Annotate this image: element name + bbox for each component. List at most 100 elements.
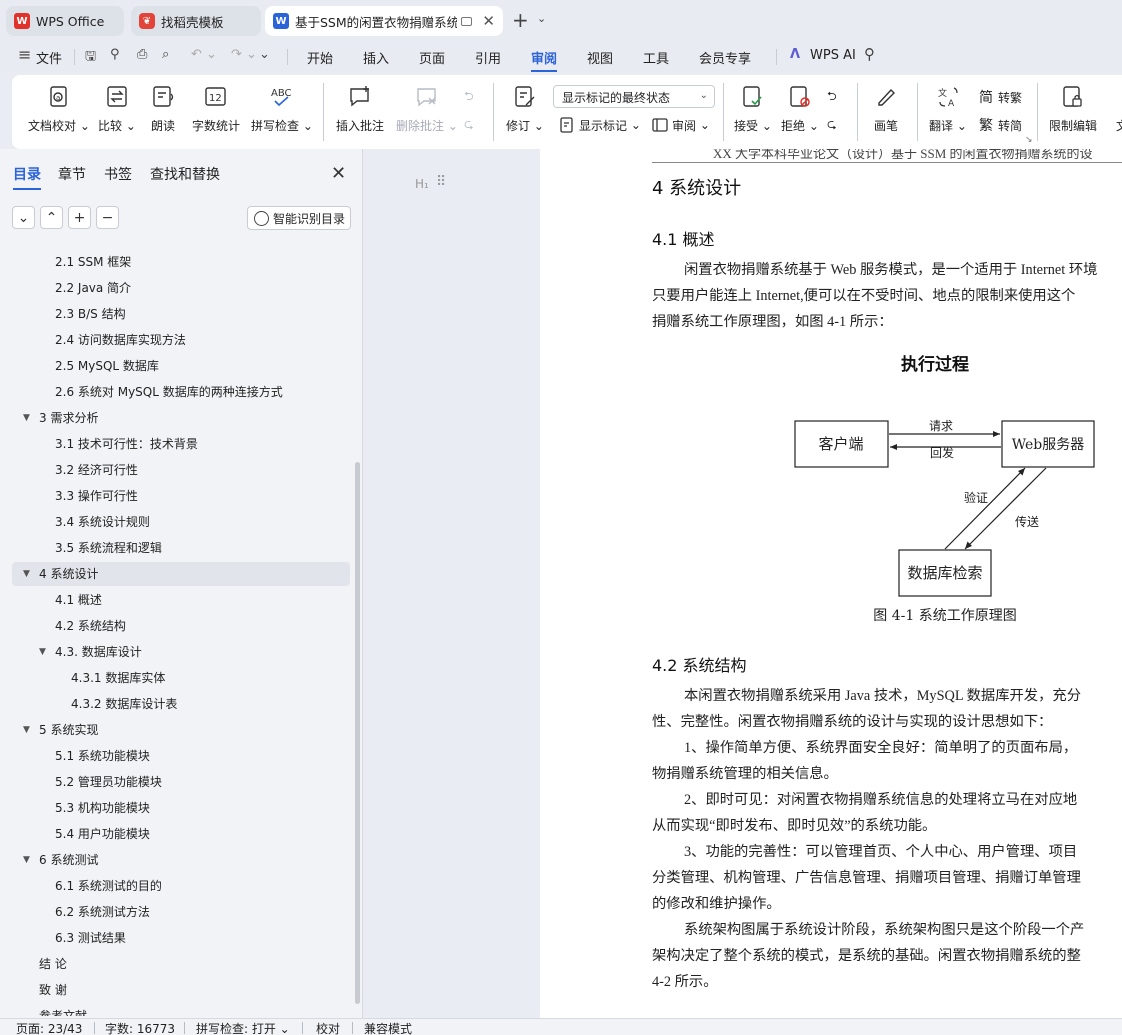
spell-check-indicator[interactable]: 拼写检查: 打开 ⌄	[196, 1020, 290, 1035]
word-count-button[interactable]: 12 字数统计	[192, 75, 240, 134]
toc-item[interactable]: 4.3.2 数据库设计表	[12, 692, 350, 716]
toc-item[interactable]: 4.2 系统结构	[12, 614, 350, 638]
delete-comment-button[interactable]: 删除批注 ⌄	[396, 75, 458, 134]
tab-find-replace[interactable]: 查找和替换	[150, 164, 220, 184]
expand-arrow-icon[interactable]: ▼	[23, 848, 30, 872]
print-preview-icon[interactable]: ⌕	[162, 47, 169, 62]
collapse-all-button[interactable]: ⌄	[12, 206, 35, 229]
revise-button[interactable]: 修订 ⌄	[506, 75, 544, 134]
reject-button[interactable]: 拒绝 ⌄	[781, 75, 819, 134]
review-pane-button[interactable]: 审阅 ⌄	[651, 116, 710, 134]
hamburger-menu-icon[interactable]: ≡	[18, 45, 31, 64]
menu-review[interactable]: 审阅	[531, 48, 558, 72]
to-simplified-button[interactable]: 繁 转简	[977, 116, 1022, 134]
remove-heading-button[interactable]: −	[96, 206, 119, 229]
menu-tools[interactable]: 工具	[643, 48, 669, 67]
toc-item[interactable]: 3.3 操作可行性	[12, 484, 350, 508]
word-count-indicator[interactable]: 字数: 16773	[105, 1020, 175, 1035]
page-indicator[interactable]: 页面: 23/43	[16, 1020, 82, 1035]
toc-item[interactable]: 3.4 系统设计规则	[12, 510, 350, 534]
heading-level-marker[interactable]: H₁	[415, 177, 429, 191]
toc-item[interactable]: 参考文献	[12, 1004, 350, 1016]
menu-page[interactable]: 页面	[419, 48, 445, 67]
tab-docer-template[interactable]: ❦ 找稻壳模板	[131, 6, 261, 36]
toc-item[interactable]: 5.1 系统功能模块	[12, 744, 350, 768]
menu-reference[interactable]: 引用	[475, 48, 501, 67]
tab-wps-office[interactable]: W WPS Office	[6, 6, 124, 36]
close-icon[interactable]: ✕	[331, 163, 346, 184]
toc-item[interactable]: 6.2 系统测试方法	[12, 900, 350, 924]
insert-comment-button[interactable]: 插入批注	[336, 75, 384, 134]
toc-item[interactable]: 3.5 系统流程和逻辑	[12, 536, 350, 560]
smart-toc-button[interactable]: 智能识别目录	[247, 206, 351, 230]
expand-arrow-icon[interactable]: ▼	[23, 406, 30, 430]
menu-start[interactable]: 开始	[307, 48, 333, 67]
tab-toc[interactable]: 目录	[13, 164, 41, 190]
save-icon[interactable]: 🖫	[85, 47, 96, 69]
spell-check-button[interactable]: ABC 拼写检查 ⌄	[251, 75, 313, 134]
new-tab-icon[interactable]: +	[512, 10, 529, 30]
chevron-down-icon[interactable]: ⌄	[537, 12, 546, 25]
close-tab-icon[interactable]: ✕	[482, 12, 495, 30]
toc-item[interactable]: 5.4 用户功能模块	[12, 822, 350, 846]
restrict-edit-button[interactable]: 限制编辑	[1049, 75, 1097, 134]
redo-icon[interactable]: ↷ ⌄	[231, 47, 257, 62]
expand-up-button[interactable]: ⌃	[40, 206, 63, 229]
toc-item[interactable]: 致 谢	[12, 978, 350, 1002]
expand-arrow-icon[interactable]: ▼	[39, 640, 46, 664]
menu-insert[interactable]: 插入	[363, 48, 389, 67]
toc-item[interactable]: 6.3 测试结果	[12, 926, 350, 950]
share-icon[interactable]: ⚲	[110, 47, 120, 62]
prev-change-icon[interactable]: ⮌	[827, 87, 837, 108]
toc-item[interactable]: 5.3 机构功能模块	[12, 796, 350, 820]
next-comment-icon[interactable]: ⮎	[464, 115, 474, 136]
search-icon[interactable]: ⚲	[864, 45, 875, 63]
tab-document[interactable]: W 基于SSM的闲置衣物捐赠系统 ✕	[265, 6, 503, 36]
toc-item[interactable]: 3.2 经济可行性	[12, 458, 350, 482]
doc-check-button[interactable]: a 文档校对 ⌄	[28, 75, 90, 134]
toc-item[interactable]: ▼ 4 系统设计	[12, 562, 350, 586]
tab-chapters[interactable]: 章节	[58, 164, 86, 184]
show-markup-button[interactable]: 显示标记 ⌄	[558, 116, 641, 134]
markup-mode-select[interactable]: 显示标记的最终状态 ⌄	[553, 85, 715, 108]
menu-file[interactable]: 文件	[36, 48, 62, 67]
sidebar-scrollbar[interactable]	[355, 462, 360, 1004]
toc-item[interactable]: 2.5 MySQL 数据库	[12, 354, 350, 378]
toc-item[interactable]: 2.1 SSM 框架	[12, 250, 350, 274]
undo-icon[interactable]: ↶ ⌄	[191, 47, 217, 62]
toc-item[interactable]: 2.3 B/S 结构	[12, 302, 350, 326]
toc-item[interactable]: 4.1 概述	[12, 588, 350, 612]
prev-comment-icon[interactable]: ⮌	[464, 87, 474, 108]
translate-button[interactable]: 文A 翻译 ⌄	[929, 75, 967, 134]
toc-item[interactable]: 4.3.1 数据库实体	[12, 666, 350, 690]
menu-view[interactable]: 视图	[587, 48, 613, 67]
toc-item[interactable]: 6.1 系统测试的目的	[12, 874, 350, 898]
more-ribbon-button[interactable]: 文	[1110, 75, 1122, 134]
next-change-icon[interactable]: ⮎	[827, 115, 837, 136]
toc-item[interactable]: ▼ 4.3. 数据库设计	[12, 640, 350, 664]
toc-item[interactable]: 结 论	[12, 952, 350, 976]
accept-button[interactable]: 接受 ⌄	[734, 75, 772, 134]
window-float-icon[interactable]	[460, 16, 473, 26]
document-page[interactable]: XX 大学本科毕业论文（设计）基于 SSM 的闲置衣物捐赠系统的设 4 系统设计…	[540, 149, 1122, 1018]
toc-item[interactable]: ▼ 5 系统实现	[12, 718, 350, 742]
menu-wps-ai[interactable]: WPS AI	[810, 48, 856, 63]
to-traditional-button[interactable]: 简 转繁	[977, 88, 1022, 106]
add-heading-button[interactable]: +	[68, 206, 91, 229]
tab-bookmarks[interactable]: 书签	[104, 164, 132, 184]
wps-ai-icon[interactable]: ᐱ	[790, 47, 800, 62]
expand-arrow-icon[interactable]: ▼	[23, 562, 30, 586]
drag-handle-icon[interactable]: ⠿	[436, 174, 446, 190]
toc-item[interactable]: 2.2 Java 简介	[12, 276, 350, 300]
menu-member[interactable]: 会员专享	[699, 48, 751, 67]
toc-item[interactable]: 3.1 技术可行性：技术背景	[12, 432, 350, 456]
more-quick-access-icon[interactable]: ⌄	[259, 47, 270, 62]
proof-indicator[interactable]: 校对	[316, 1020, 340, 1035]
toc-item[interactable]: 2.6 系统对 MySQL 数据库的两种连接方式	[12, 380, 350, 404]
toc-item[interactable]: 2.4 访问数据库实现方法	[12, 328, 350, 352]
compare-button[interactable]: 比较 ⌄	[98, 75, 136, 134]
read-aloud-button[interactable]: 朗读	[151, 75, 175, 134]
group-expand-icon[interactable]: ↘	[1025, 135, 1033, 145]
toc-item[interactable]: 5.2 管理员功能模块	[12, 770, 350, 794]
pen-button[interactable]: 画笔	[874, 75, 898, 134]
